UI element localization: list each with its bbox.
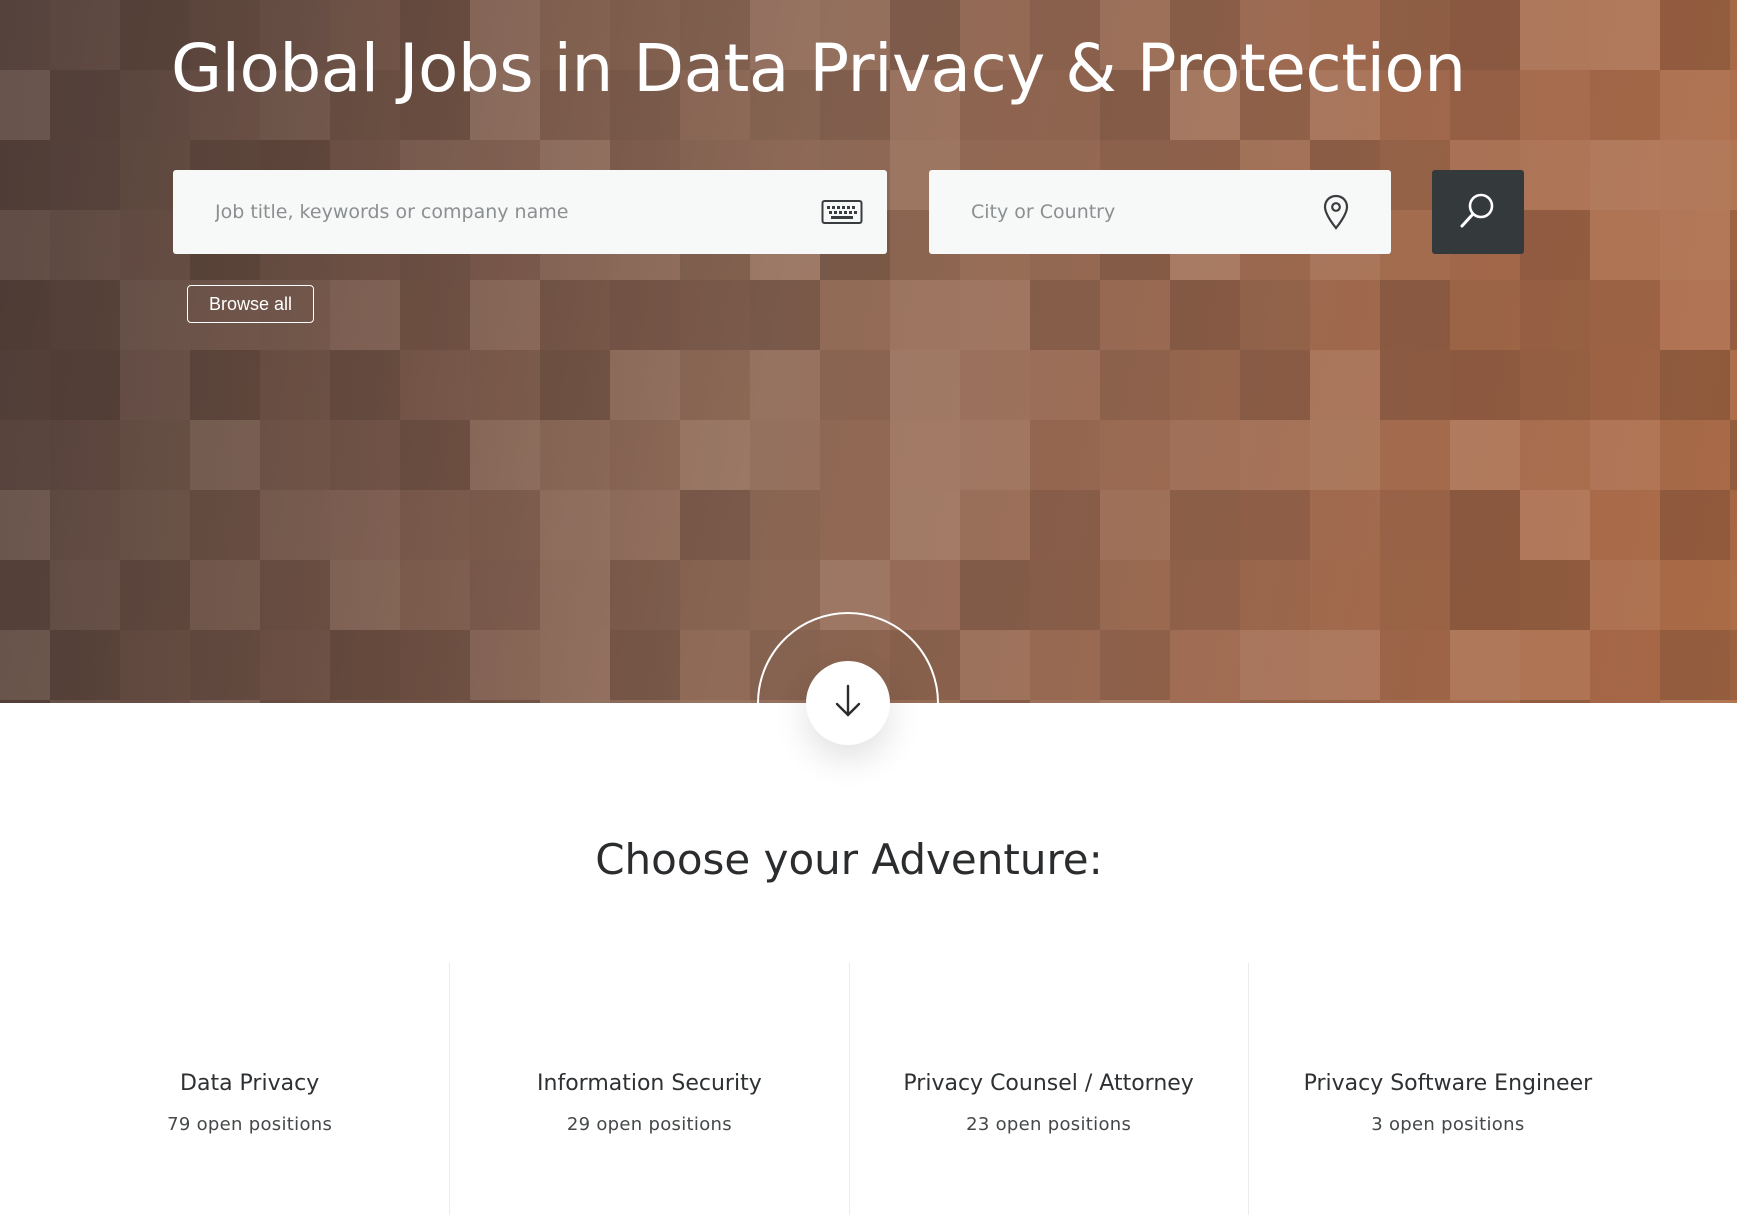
page-title: Global Jobs in Data Privacy & Protection <box>171 30 1466 107</box>
search-button[interactable] <box>1432 170 1524 254</box>
location-field[interactable] <box>929 170 1391 254</box>
category-card-privacy-software-engineer[interactable]: Privacy Software Engineer 3 open positio… <box>1247 963 1647 1215</box>
category-card-data-privacy[interactable]: Data Privacy 79 open positions <box>50 963 449 1215</box>
keywords-input[interactable] <box>173 170 887 254</box>
category-count: 79 open positions <box>167 1114 333 1135</box>
search-icon <box>1458 190 1498 234</box>
category-name: Privacy Counsel / Attorney <box>903 1071 1194 1096</box>
category-count: 29 open positions <box>566 1114 732 1135</box>
category-name: Information Security <box>537 1071 762 1096</box>
category-name: Privacy Software Engineer <box>1303 1071 1593 1096</box>
browse-all-button[interactable]: Browse all <box>187 285 315 323</box>
section-title: Choose your Adventure: <box>595 835 1103 884</box>
category-card-privacy-counsel[interactable]: Privacy Counsel / Attorney 23 open posit… <box>848 963 1248 1215</box>
category-card-information-security[interactable]: Information Security 29 open positions <box>449 963 848 1215</box>
hero-banner: Global Jobs in Data Privacy & Protection <box>0 0 1737 703</box>
keywords-field[interactable] <box>173 170 887 254</box>
map-pin-icon <box>1311 170 1361 254</box>
category-name: Data Privacy <box>180 1071 320 1096</box>
category-count: 3 open positions <box>1371 1114 1525 1135</box>
arrow-down-icon <box>833 684 863 722</box>
category-list: Data Privacy 79 open positions Informati… <box>50 963 1647 1215</box>
category-count: 23 open positions <box>966 1114 1132 1135</box>
scroll-down-button[interactable] <box>806 661 890 745</box>
keyboard-icon <box>817 170 867 254</box>
